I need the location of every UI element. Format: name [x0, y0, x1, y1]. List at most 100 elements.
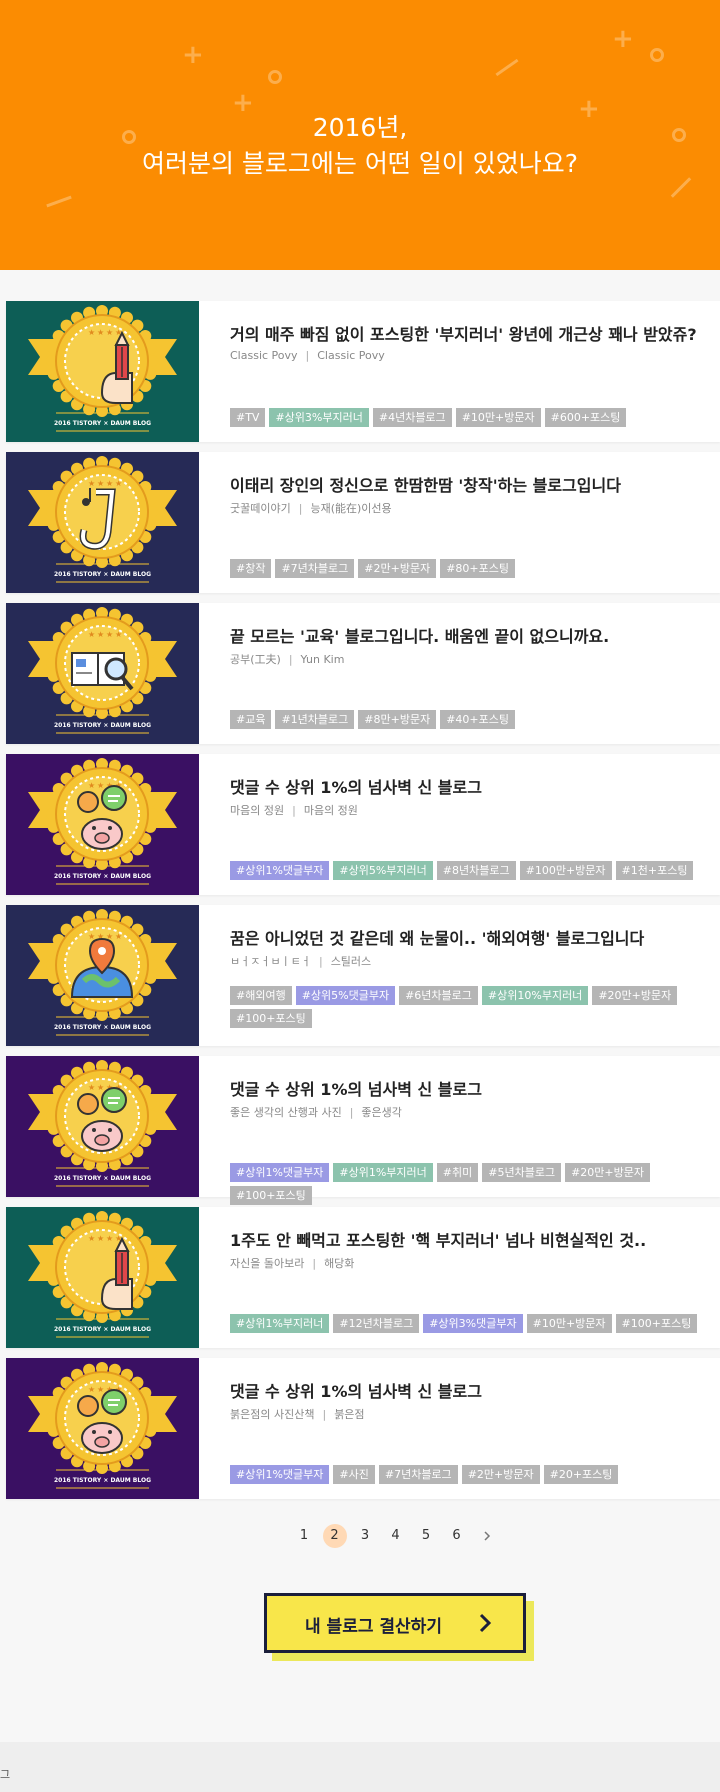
tag-chip[interactable]: #상위1%부지러너: [333, 1163, 433, 1182]
tag-chip[interactable]: #1년차블로그: [275, 710, 355, 729]
tag-chip[interactable]: #80+포스팅: [440, 559, 516, 578]
tag-chip[interactable]: #20만+방문자: [565, 1163, 650, 1182]
svg-text:★: ★: [97, 630, 104, 639]
tag-chip[interactable]: #8년차블로그: [436, 861, 516, 880]
badge-thumbnail[interactable]: ★ ★ ★ ★ 2016 TISTORY × DAUM BLOG: [6, 754, 199, 895]
tag-chip[interactable]: #사진: [333, 1465, 375, 1484]
card-title[interactable]: 끝 모르는 '교육' 블로그입니다. 배움엔 끝이 없으니까요.: [230, 623, 720, 647]
tag-chip[interactable]: #10만+방문자: [526, 1314, 612, 1333]
badge-thumbnail[interactable]: ★ ★ ★ ★ 2016 TISTORY × DAUM BLOG: [6, 905, 199, 1046]
blog-card[interactable]: ★ ★ ★ ★ 2016 TISTORY × DAUM BLOG 꿈은 아니었던 것 같은…: [6, 905, 720, 1046]
tag-chip[interactable]: #상위1%댓글부자: [230, 1465, 330, 1484]
svg-text:★: ★: [115, 479, 122, 488]
page-link-5[interactable]: 5: [414, 1524, 438, 1548]
card-title[interactable]: 꿈은 아니었던 것 같은데 왜 눈물이.. '해외여행' 블로그입니다: [230, 925, 720, 949]
svg-text:★: ★: [97, 328, 104, 337]
blog-card[interactable]: ★ ★ ★ ★ 2016 TISTORY × DAUM BLOG 댓글 수 상위 1%의 …: [6, 1358, 720, 1499]
page-link-1[interactable]: 1: [292, 1524, 316, 1548]
blog-card[interactable]: ★ ★ ★ ★ 2016 TISTORY × DAUM BLOG 이태리 장인의 정신으로…: [6, 452, 720, 593]
blog-name: 붉은점의 사진산책: [230, 1408, 315, 1421]
badge-icon: ★ ★ ★ ★2016 TISTORY × DAUM BLOG: [6, 603, 199, 744]
tag-chip[interactable]: #7년차블로그: [378, 1465, 458, 1484]
meta-separator: |: [292, 804, 296, 817]
blog-card[interactable]: ★ ★ ★ ★ 2016 TISTORY × DAUM BLOG 끝 모르는 '교육' 블…: [6, 603, 720, 744]
tag-chip[interactable]: #100만+방문자: [519, 861, 612, 880]
meta-separator: |: [298, 502, 303, 515]
badge-thumbnail[interactable]: ★ ★ ★ ★ 2016 TISTORY × DAUM BLOG: [6, 603, 199, 744]
card-title[interactable]: 1주도 안 빼먹고 포스팅한 '핵 부지러너' 넘나 비현실적인 것..: [230, 1227, 720, 1251]
author-name: 붉은점: [334, 1408, 365, 1421]
tag-chip[interactable]: #상위5%댓글부자: [295, 986, 396, 1005]
page-link-4[interactable]: 4: [384, 1524, 408, 1548]
svg-text:★: ★: [88, 479, 95, 488]
svg-text:★: ★: [88, 328, 95, 337]
tag-chip[interactable]: #8만+방문자: [358, 710, 437, 729]
card-meta: 굿꿀떼이야기 | 능재(能在)이선용: [230, 500, 392, 516]
blog-card[interactable]: ★ ★ ★ ★ 2016 TISTORY × DAUM BLOG 1주도 안 빼먹고 포스…: [6, 1207, 720, 1348]
svg-text:★: ★: [97, 1083, 104, 1092]
tag-chip[interactable]: #상위10%부지러너: [481, 986, 589, 1005]
svg-text:★: ★: [106, 328, 113, 337]
plus-decoration: +: [182, 40, 204, 70]
tag-chip[interactable]: #상위3%부지러너: [269, 408, 369, 427]
tag-chip[interactable]: #100+포스팅: [615, 1314, 698, 1333]
tag-chip[interactable]: #상위1%댓글부자: [230, 861, 330, 880]
tag-chip[interactable]: #TV: [230, 408, 266, 427]
tag-chip[interactable]: #40+포스팅: [440, 710, 516, 729]
badge-thumbnail[interactable]: ★ ★ ★ ★ 2016 TISTORY × DAUM BLOG: [6, 1207, 199, 1348]
card-title[interactable]: 거의 매주 빠짐 없이 포스팅한 '부지러너' 왕년에 개근상 꽤나 받았쥬?: [230, 321, 720, 345]
tag-chip[interactable]: #창작: [230, 559, 272, 578]
tag-chip[interactable]: #상위5%부지러너: [333, 861, 433, 880]
tag-chip[interactable]: #6년차블로그: [399, 986, 478, 1005]
tag-chip[interactable]: #20만+방문자: [592, 986, 678, 1005]
badge-thumbnail[interactable]: ★ ★ ★ ★ 2016 TISTORY × DAUM BLOG: [6, 452, 199, 593]
tag-chip[interactable]: #100+포스팅: [230, 1009, 312, 1028]
blog-card[interactable]: ★ ★ ★ ★ 2016 TISTORY × DAUM BLOG 거의 매주 빠짐 없이 …: [6, 301, 720, 442]
tag-chip[interactable]: #5년차블로그: [482, 1163, 562, 1182]
tag-chip[interactable]: #2만+방문자: [358, 559, 437, 578]
card-title[interactable]: 이태리 장인의 정신으로 한땀한땀 '창작'하는 블로그입니다: [230, 472, 720, 496]
page-link-3[interactable]: 3: [353, 1524, 377, 1548]
page-link-2[interactable]: 2: [322, 1524, 347, 1548]
svg-text:★: ★: [88, 932, 95, 941]
tag-chip[interactable]: #상위1%댓글부자: [230, 1163, 330, 1182]
badge-caption: 2016 TISTORY × DAUM BLOG: [54, 571, 151, 578]
card-title[interactable]: 댓글 수 상위 1%의 넘사벽 신 블로그: [230, 774, 720, 798]
tag-chip[interactable]: #1천+포스팅: [615, 861, 694, 880]
tag-chip[interactable]: #취미: [436, 1163, 479, 1182]
footer-text: 그: [0, 1768, 11, 1781]
card-meta: 좋은 생각의 산행과 사진 | 좋은생각: [230, 1104, 402, 1120]
card-title[interactable]: 댓글 수 상위 1%의 넘사벽 신 블로그: [230, 1076, 720, 1100]
page-link-6[interactable]: 6: [445, 1524, 469, 1548]
tag-chip[interactable]: #상위3%댓글부자: [423, 1314, 523, 1333]
card-title[interactable]: 댓글 수 상위 1%의 넘사벽 신 블로그: [230, 1378, 720, 1402]
tag-list: #상위1%댓글부자 #상위5%부지러너 #8년차블로그 #100만+방문자 #1천+포스…: [230, 861, 720, 881]
tag-chip[interactable]: #해외여행: [230, 986, 292, 1005]
tag-list: #TV #상위3%부지러너 #4년차블로그 #10만+방문자 #600+포스팅: [230, 408, 720, 428]
badge-thumbnail[interactable]: ★ ★ ★ ★ 2016 TISTORY × DAUM BLOG: [6, 1358, 199, 1499]
tag-chip[interactable]: #100+포스팅: [230, 1186, 312, 1205]
tag-chip[interactable]: #4년차블로그: [372, 408, 452, 427]
card-meta: Classic Povy | Classic Povy: [230, 349, 385, 362]
blog-card[interactable]: ★ ★ ★ ★ 2016 TISTORY × DAUM BLOG 댓글 수 상위 1%의 …: [6, 754, 720, 895]
author-name: 좋은생각: [361, 1106, 402, 1119]
tag-chip[interactable]: #600+포스팅: [544, 408, 627, 427]
tag-chip[interactable]: #상위1%부지러너: [230, 1314, 330, 1333]
chevron-right-icon: [479, 1613, 492, 1633]
svg-text:★: ★: [106, 630, 113, 639]
tag-chip[interactable]: #7년차블로그: [275, 559, 355, 578]
tag-chip[interactable]: #10만+방문자: [455, 408, 541, 427]
badge-thumbnail[interactable]: ★ ★ ★ ★ 2016 TISTORY × DAUM BLOG: [6, 301, 199, 442]
tag-chip[interactable]: #교육: [230, 710, 272, 729]
svg-text:★: ★: [115, 932, 122, 941]
my-blog-summary-button[interactable]: 내 블로그 결산하기: [264, 1593, 526, 1653]
line-decoration: [495, 58, 519, 77]
blog-card[interactable]: ★ ★ ★ ★ 2016 TISTORY × DAUM BLOG 댓글 수 상위 1%의 …: [6, 1056, 720, 1205]
blog-name: 자신을 돌아보라: [230, 1257, 305, 1270]
tag-chip[interactable]: #12년차블로그: [333, 1314, 420, 1333]
tag-list: #상위1%댓글부자 #사진 #7년차블로그 #2만+방문자 #20+포스팅: [230, 1465, 720, 1485]
tag-chip[interactable]: #20+포스팅: [543, 1465, 619, 1484]
badge-thumbnail[interactable]: ★ ★ ★ ★ 2016 TISTORY × DAUM BLOG: [6, 1056, 199, 1197]
tag-chip[interactable]: #2만+방문자: [461, 1465, 540, 1484]
chevron-right-icon[interactable]: [475, 1524, 499, 1548]
